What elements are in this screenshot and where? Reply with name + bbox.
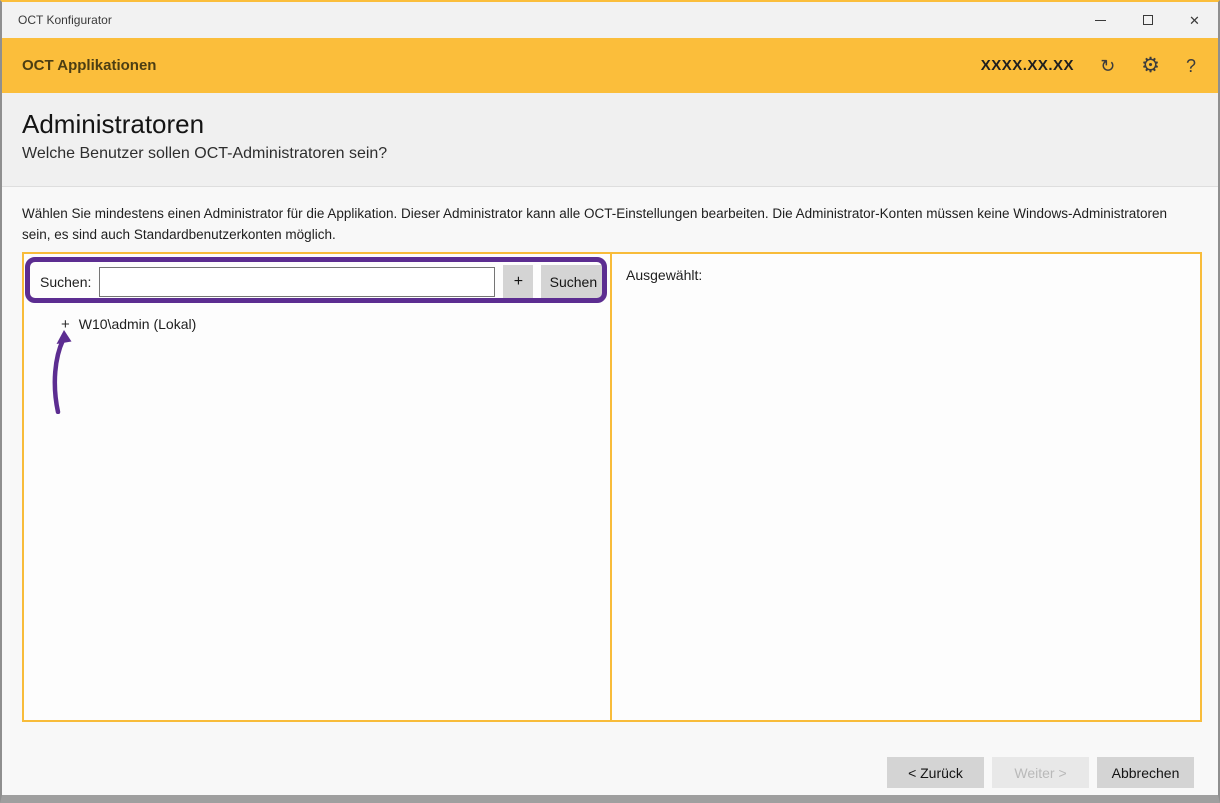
window-title: OCT Konfigurator xyxy=(18,13,112,27)
selected-panel: Ausgewählt: xyxy=(612,254,1200,720)
window-controls: ✕ xyxy=(1077,2,1218,38)
search-results-panel: Suchen: + Suchen + W10\admin (Lokal) xyxy=(24,254,612,720)
tree-item-label: W10\admin (Lokal) xyxy=(79,316,197,332)
page-description: Wählen Sie mindestens einen Administrato… xyxy=(2,187,1218,246)
admin-selection-panels: Suchen: + Suchen + W10\admin (Lokal) xyxy=(22,252,1202,722)
next-button: Weiter > xyxy=(992,757,1089,788)
cancel-button[interactable]: Abbrechen xyxy=(1097,757,1194,788)
wizard-footer: < Zurück Weiter > Abbrechen xyxy=(887,757,1194,788)
user-tree: + W10\admin (Lokal) xyxy=(24,316,610,332)
search-button[interactable]: Suchen xyxy=(541,265,605,299)
search-row: Suchen: + Suchen xyxy=(24,254,610,299)
search-label: Suchen: xyxy=(40,274,91,290)
add-button[interactable]: + xyxy=(503,265,533,299)
expand-icon[interactable]: + xyxy=(61,317,70,332)
app-header: OCT Applikationen XXXX.XX.XX ↻ ⚙ ? xyxy=(2,38,1218,93)
gear-icon[interactable]: ⚙ xyxy=(1141,55,1160,76)
maximize-icon xyxy=(1143,15,1153,25)
minimize-icon xyxy=(1095,20,1106,21)
page-title: Administratoren xyxy=(22,109,1198,140)
app-window: OCT Konfigurator ✕ OCT Applikationen XXX… xyxy=(0,0,1220,803)
maximize-button[interactable] xyxy=(1124,2,1171,38)
refresh-icon[interactable]: ↻ xyxy=(1100,57,1115,75)
tree-item-user[interactable]: + W10\admin (Lokal) xyxy=(24,316,610,332)
version-label: XXXX.XX.XX xyxy=(981,57,1074,74)
title-bar: OCT Konfigurator ✕ xyxy=(2,2,1218,38)
app-title: OCT Applikationen xyxy=(22,57,156,74)
back-button[interactable]: < Zurück xyxy=(887,757,984,788)
page-subtitle: Welche Benutzer sollen OCT-Administrator… xyxy=(22,145,1198,163)
minimize-button[interactable] xyxy=(1077,2,1124,38)
header-right: XXXX.XX.XX ↻ ⚙ ? xyxy=(981,55,1196,76)
main-area: Wählen Sie mindestens einen Administrato… xyxy=(2,187,1218,795)
close-icon: ✕ xyxy=(1189,14,1200,27)
annotation-arrow-icon xyxy=(50,330,78,414)
search-input[interactable] xyxy=(99,267,495,297)
selected-label: Ausgewählt: xyxy=(626,267,702,283)
page-header: Administratoren Welche Benutzer sollen O… xyxy=(2,93,1218,187)
help-icon[interactable]: ? xyxy=(1186,57,1196,75)
close-button[interactable]: ✕ xyxy=(1171,2,1218,38)
